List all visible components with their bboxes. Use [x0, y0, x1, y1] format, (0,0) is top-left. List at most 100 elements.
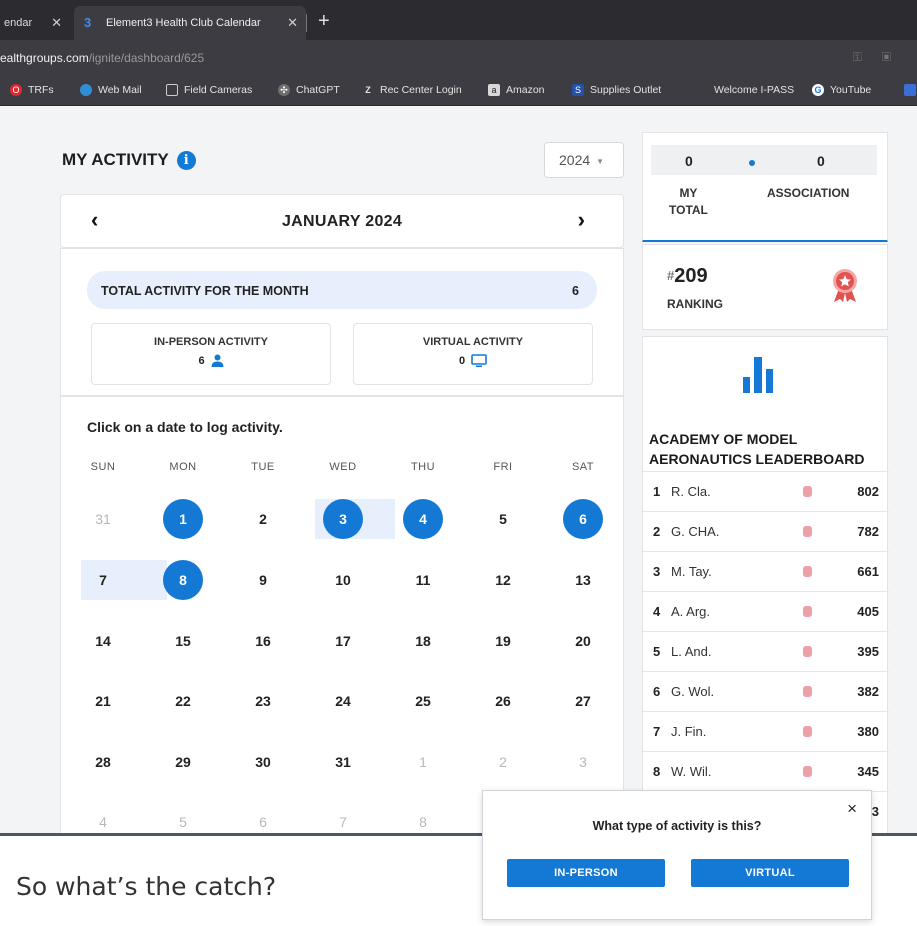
- bookmark-welcome-ipass[interactable]: Welcome I-PASS: [696, 84, 794, 96]
- rec-icon: Z: [365, 85, 371, 95]
- calendar-day[interactable]: 28: [83, 742, 123, 782]
- leaderboard-rank: 4: [653, 604, 661, 619]
- calendar-day[interactable]: 2: [243, 499, 283, 539]
- bookmarks-bar: O TRFs Web Mail Field Cameras ✣ ChatGPT ZR…: [0, 76, 917, 106]
- calendar-day[interactable]: 4: [83, 802, 123, 833]
- calendar-day[interactable]: 18: [403, 621, 443, 661]
- leaderboard-score: 661: [857, 564, 879, 579]
- calendar-day[interactable]: 31: [323, 742, 363, 782]
- virtual-button[interactable]: VIRTUAL: [691, 859, 849, 887]
- calendar-day[interactable]: 7: [83, 560, 123, 600]
- calendar-day[interactable]: 26: [483, 681, 523, 721]
- activity-type-dialog: What type of activity is this? × IN-PERS…: [482, 790, 872, 920]
- calendar-day[interactable]: 5: [163, 802, 203, 833]
- leaderboard-row[interactable]: 4 A. Arg. 405: [643, 591, 889, 631]
- bookmark-youtube[interactable]: G YouTube: [812, 84, 871, 96]
- leaderboard-rank: 8: [653, 764, 661, 779]
- person-icon: [211, 354, 224, 367]
- new-tab-plus-icon[interactable]: +: [318, 10, 330, 33]
- calendar-day[interactable]: 2: [483, 742, 523, 782]
- calendar-day[interactable]: 22: [163, 681, 203, 721]
- calendar-day[interactable]: 16: [243, 621, 283, 661]
- calendar-day-logged[interactable]: 4: [403, 499, 443, 539]
- weekday-header: SUN: [90, 461, 116, 473]
- weekday-header: WED: [329, 461, 357, 473]
- bookmark-overflow[interactable]: [904, 84, 917, 96]
- calendar-day[interactable]: 21: [83, 681, 123, 721]
- calendar-day[interactable]: 6: [243, 802, 283, 833]
- tab-active-close-icon[interactable]: ✕: [287, 15, 298, 31]
- calendar-day[interactable]: 10: [323, 560, 363, 600]
- chatgpt-icon: ✣: [278, 84, 290, 96]
- leaderboard-score: 3: [871, 804, 879, 819]
- calendar-day[interactable]: 9: [243, 560, 283, 600]
- calendar-day[interactable]: 27: [563, 681, 603, 721]
- calendar-day-logged[interactable]: 6: [563, 499, 603, 539]
- calendar-day-logged[interactable]: 1: [163, 499, 203, 539]
- url-host: ealthgroups.com: [0, 51, 89, 65]
- calendar-day[interactable]: 31: [83, 499, 123, 539]
- bookmark-web-mail[interactable]: Web Mail: [80, 84, 142, 96]
- badge-icon: [803, 566, 812, 577]
- extension-icon[interactable]: ▣: [882, 50, 911, 64]
- calendar-day[interactable]: 8: [403, 802, 443, 833]
- calendar-day[interactable]: 12: [483, 560, 523, 600]
- in-person-button[interactable]: IN-PERSON: [507, 859, 665, 887]
- calendar-day[interactable]: 13: [563, 560, 603, 600]
- info-icon[interactable]: i: [176, 150, 196, 170]
- leaderboard-row[interactable]: 8 W. Wil. 345: [643, 751, 889, 791]
- leaderboard-rank: 5: [653, 644, 661, 659]
- calendar-day[interactable]: 29: [163, 742, 203, 782]
- calendar-day[interactable]: 24: [323, 681, 363, 721]
- bookmark-trfs[interactable]: O TRFs: [10, 84, 54, 96]
- calendar-day[interactable]: 7: [323, 802, 363, 833]
- leaderboard-row[interactable]: 6 G. Wol. 382: [643, 671, 889, 711]
- bookmark-supplies-outlet[interactable]: S Supplies Outlet: [572, 84, 661, 96]
- tab-previous-close-icon[interactable]: ✕: [51, 15, 62, 31]
- calendar-day[interactable]: 1: [403, 742, 443, 782]
- badge-icon: [803, 606, 812, 617]
- in-person-activity-card: IN-PERSON ACTIVITY 6: [91, 323, 331, 385]
- close-icon[interactable]: ×: [847, 799, 857, 819]
- leaderboard-row[interactable]: 1 R. Cla. 802: [643, 471, 889, 511]
- bookmark-rec-center-login[interactable]: Z Rec Center Login: [362, 84, 461, 96]
- key-icon[interactable]: ⚿: [853, 50, 882, 64]
- calendar-day[interactable]: 20: [563, 621, 603, 661]
- calendar-day[interactable]: 19: [483, 621, 523, 661]
- leaderboard-row[interactable]: 7 J. Fin. 380: [643, 711, 889, 751]
- virtual-activity-card: VIRTUAL ACTIVITY 0: [353, 323, 593, 385]
- tab-separator: [306, 14, 307, 32]
- leaderboard-row[interactable]: 2 G. CHA. 782: [643, 511, 889, 551]
- badge-icon: [803, 646, 812, 657]
- calendar-day[interactable]: 30: [243, 742, 283, 782]
- calendar-day[interactable]: 11: [403, 560, 443, 600]
- calendar-day[interactable]: 23: [243, 681, 283, 721]
- leaderboard-row[interactable]: 3 M. Tay. 661: [643, 551, 889, 591]
- calendar-day[interactable]: 25: [403, 681, 443, 721]
- leaderboard-name: G. Wol.: [671, 684, 715, 699]
- leaderboard-score: 345: [857, 764, 879, 779]
- calendar-day-logged[interactable]: 3: [323, 499, 363, 539]
- url-text[interactable]: ealthgroups.com/ignite/dashboard/625: [0, 51, 204, 65]
- bookmark-amazon[interactable]: a Amazon: [488, 84, 545, 96]
- next-month-chevron-icon[interactable]: ›: [578, 207, 585, 233]
- leaderboard-row[interactable]: 5 L. And. 395: [643, 631, 889, 671]
- calendar-day-logged[interactable]: 8: [163, 560, 203, 600]
- bookmark-label: YouTube: [830, 84, 872, 96]
- tab-health-club-calendar[interactable]: 3 Element3 Health Club Calendar ✕: [74, 6, 306, 40]
- google-icon: G: [812, 84, 824, 96]
- calendar-day[interactable]: 5: [483, 499, 523, 539]
- activity-summary: TOTAL ACTIVITY FOR THE MONTH 6 IN-PERSON…: [60, 248, 624, 396]
- weekday-header: TUE: [251, 461, 275, 473]
- address-bar[interactable]: ealthgroups.com/ignite/dashboard/625 ⚿▣: [0, 40, 917, 76]
- tab-previous[interactable]: endar ✕: [0, 6, 70, 40]
- bookmark-chatgpt[interactable]: ✣ ChatGPT: [278, 84, 340, 96]
- badge-icon: [803, 726, 812, 737]
- calendar-day[interactable]: 3: [563, 742, 603, 782]
- calendar-day[interactable]: 15: [163, 621, 203, 661]
- calendar-day[interactable]: 17: [323, 621, 363, 661]
- calendar-day[interactable]: 14: [83, 621, 123, 661]
- bookmark-field-cameras[interactable]: Field Cameras: [166, 84, 252, 96]
- year-select[interactable]: 2024 ▼: [544, 142, 624, 178]
- opera-icon: O: [10, 84, 22, 96]
